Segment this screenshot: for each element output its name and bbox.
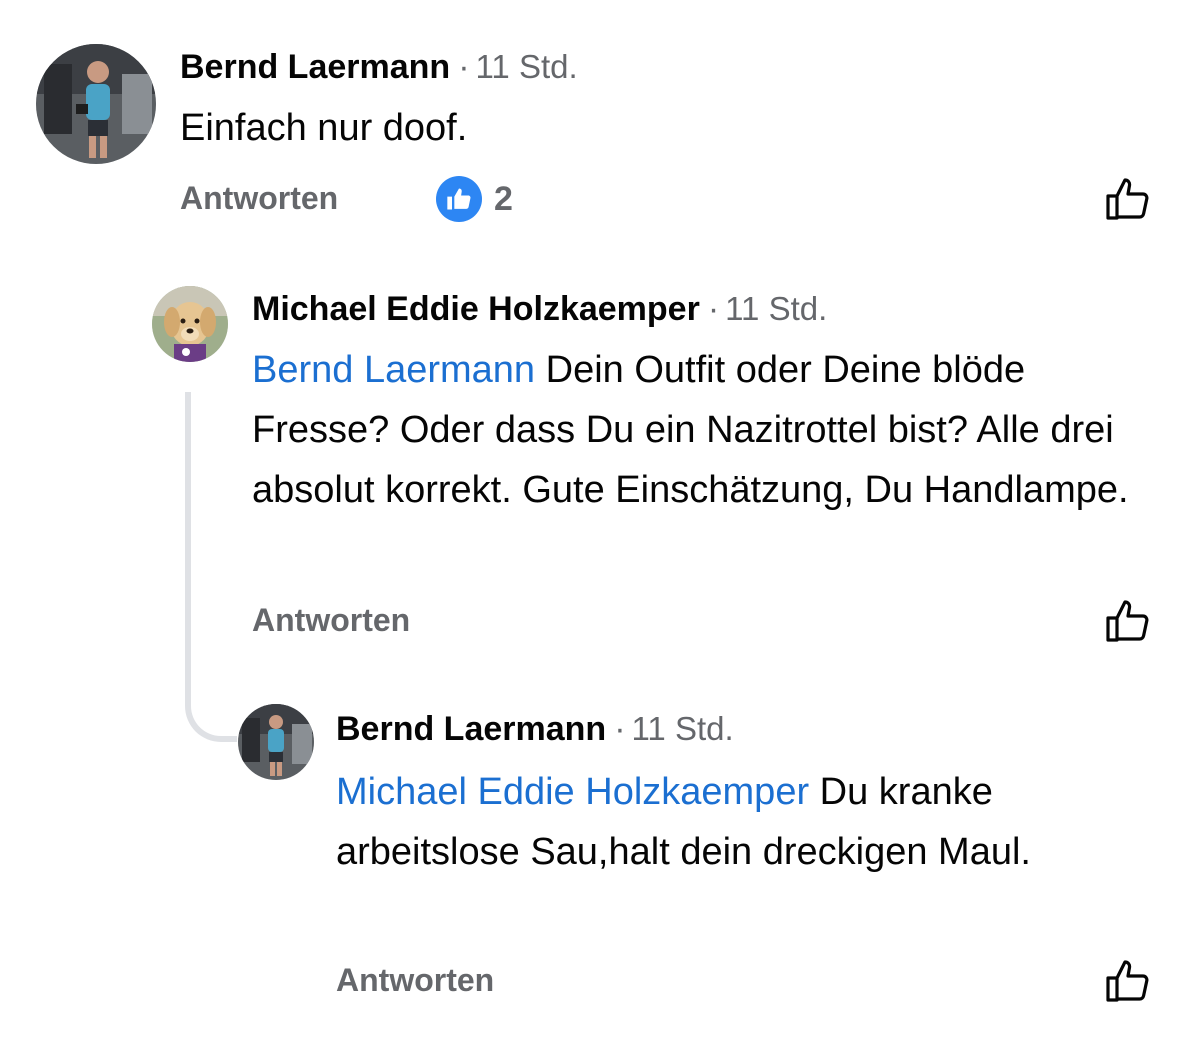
meta-separator: · [458,48,470,86]
thumbs-up-outline-icon[interactable] [1104,956,1152,1004]
comment-text: Bernd Laermann Dein Outfit oder Deine bl… [252,340,1152,520]
comment-text: Michael Eddie Holzkaemper Du kranke arbe… [336,762,1136,882]
thumbs-up-outline-icon[interactable] [1104,174,1152,222]
reply-button[interactable]: Antworten [252,602,410,639]
comment-text: Einfach nur doof. [180,107,468,149]
author-name[interactable]: Michael Eddie Holzkaemper [252,290,700,328]
meta-separator: · [614,710,626,748]
reaction-summary[interactable]: 2 [436,176,513,222]
profile-photo-gym [238,704,314,780]
profile-photo-gym [36,44,156,164]
meta-separator: · [707,290,720,328]
thumbs-up-outline-icon[interactable] [1104,596,1152,644]
reply-button[interactable]: Antworten [336,962,494,999]
avatar[interactable] [238,704,314,780]
comment-author[interactable]: Bernd Laermann · 11 Std. [336,710,734,749]
comment-time[interactable]: 11 Std. [632,710,734,747]
comment-time[interactable]: 11 Std. [476,48,578,85]
thumbs-up-icon [436,176,482,222]
reaction-count: 2 [494,179,513,218]
avatar[interactable] [152,286,228,362]
avatar[interactable] [36,44,156,164]
profile-photo-dog [152,286,228,362]
comment-author[interactable]: Michael Eddie Holzkaemper · 11 Std. [252,290,827,329]
comment-author[interactable]: Bernd Laermann · 11 Std. [180,48,578,87]
author-name[interactable]: Bernd Laermann [180,48,450,86]
reply-button[interactable]: Antworten [180,180,338,217]
mention-link[interactable]: Michael Eddie Holzkaemper [336,771,809,813]
thread-connector-line [185,392,237,742]
comment-time[interactable]: 11 Std. [725,290,827,327]
mention-link[interactable]: Bernd Laermann [252,349,535,391]
author-name[interactable]: Bernd Laermann [336,710,606,748]
